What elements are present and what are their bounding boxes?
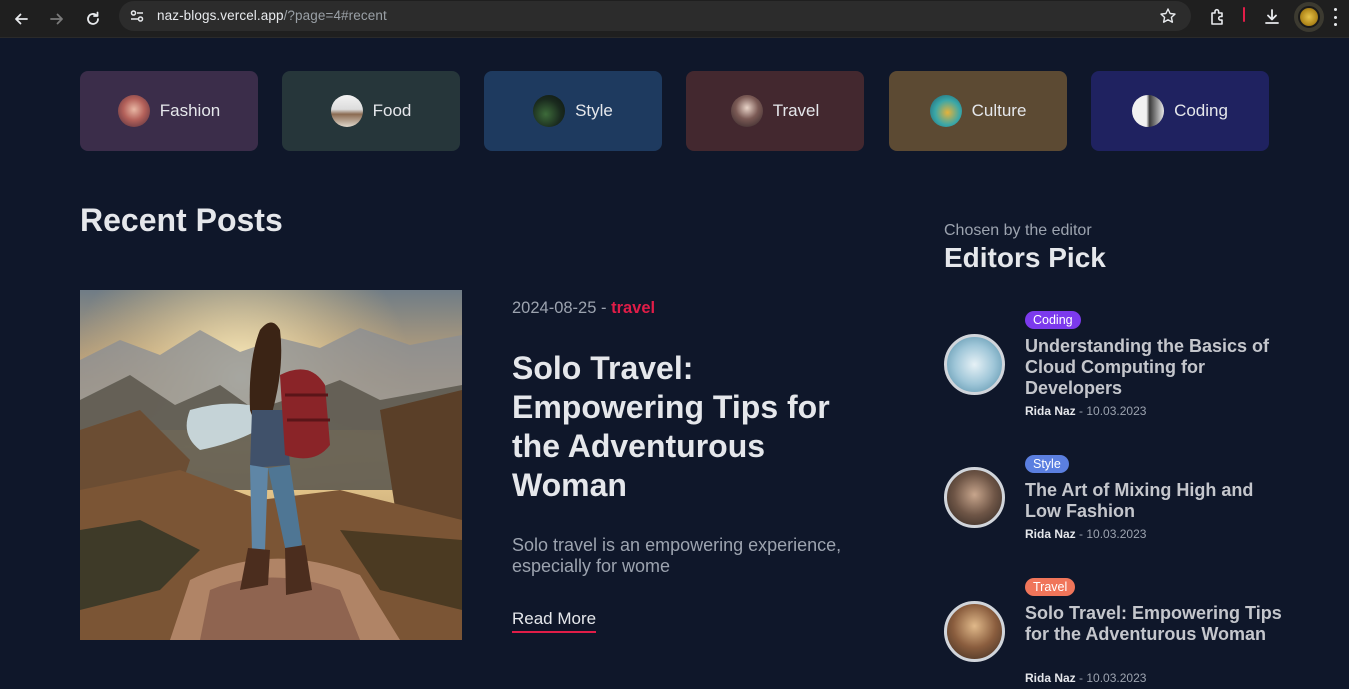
forward-button[interactable]	[42, 4, 72, 34]
pick-byline: Rida Naz - 10.03.2023	[1025, 404, 1146, 418]
food-thumbnail	[330, 95, 363, 127]
pick-byline: Rida Naz - 10.03.2023	[1025, 671, 1146, 685]
profile-avatar[interactable]	[1294, 2, 1324, 32]
pick-author: Rida Naz	[1025, 404, 1076, 418]
editors-pick-subtitle: Chosen by the editor	[944, 222, 1092, 239]
browser-menu-button[interactable]	[1334, 8, 1338, 26]
meta-separator: -	[596, 299, 612, 317]
pick-title[interactable]: The Art of Mixing High and Low Fashion	[1025, 480, 1285, 522]
extensions-button[interactable]	[1207, 6, 1229, 28]
post-date: 2024-08-25	[512, 299, 597, 317]
category-label: Travel	[772, 101, 820, 120]
site-settings-icon[interactable]	[129, 8, 145, 24]
travel-thumbnail	[730, 95, 763, 127]
pick-date: - 10.03.2023	[1075, 404, 1147, 418]
coding-thumbnail	[1132, 95, 1165, 127]
pick-author: Rida Naz	[1025, 671, 1076, 685]
culture-thumbnail	[929, 95, 962, 127]
category-food[interactable]: Food	[282, 71, 460, 151]
pick-byline: Rida Naz - 10.03.2023	[1025, 527, 1146, 541]
url-path: /?page=4#recent	[283, 8, 387, 23]
post-title[interactable]: Solo Travel: Empowering Tips for the Adv…	[512, 349, 872, 505]
post-image[interactable]	[80, 290, 462, 640]
reload-icon	[87, 11, 99, 25]
fashion-thumbnail	[117, 95, 150, 127]
recent-posts-heading: Recent Posts	[80, 202, 283, 238]
recording-indicator	[1243, 7, 1245, 22]
arrow-left-icon	[15, 13, 28, 25]
fashion-mixing-thumbnail	[944, 467, 1005, 528]
read-more-link[interactable]: Read More	[512, 609, 597, 633]
category-culture[interactable]: Culture	[889, 71, 1067, 151]
category-badge[interactable]: Travel	[1025, 578, 1076, 596]
category-fashion[interactable]: Fashion	[80, 71, 258, 151]
pick-date: - 10.03.2023	[1075, 671, 1147, 685]
pick-title[interactable]: Understanding the Basics of Cloud Comput…	[1025, 336, 1285, 399]
category-badge[interactable]: Coding	[1025, 311, 1081, 329]
url-text[interactable]: naz-blogs.vercel.app/?page=4#recent	[157, 8, 387, 23]
pick-title[interactable]: Solo Travel: Empowering Tips for the Adv…	[1025, 603, 1285, 645]
post-category-link[interactable]: travel	[611, 299, 655, 317]
category-label: Coding	[1174, 101, 1228, 120]
pick-author: Rida Naz	[1025, 527, 1076, 541]
category-badge[interactable]: Style	[1025, 455, 1069, 473]
post-description: Solo travel is an empowering experience,…	[512, 535, 842, 576]
category-label: Style	[575, 101, 613, 120]
category-label: Food	[372, 101, 412, 120]
profile-emblem-icon	[1298, 6, 1320, 28]
category-label: Fashion	[159, 101, 221, 120]
style-thumbnail	[533, 95, 566, 127]
post-meta: 2024-08-25 - travel	[512, 299, 655, 318]
category-label: Culture	[971, 101, 1027, 120]
download-icon	[1265, 9, 1279, 24]
arrow-right-icon	[50, 13, 63, 25]
bookmark-star-icon[interactable]	[1159, 7, 1177, 25]
solo-travel-thumbnail	[944, 601, 1005, 662]
pick-date: - 10.03.2023	[1075, 527, 1147, 541]
category-style[interactable]: Style	[484, 71, 662, 151]
downloads-button[interactable]	[1261, 6, 1283, 28]
url-host: naz-blogs.vercel.app	[157, 8, 284, 23]
back-button[interactable]	[6, 4, 36, 34]
reload-button[interactable]	[78, 4, 108, 34]
hiker-on-cliff-image	[80, 290, 462, 640]
category-coding[interactable]: Coding	[1091, 71, 1269, 151]
cloud-computing-thumbnail	[944, 334, 1005, 395]
address-bar[interactable]: naz-blogs.vercel.app/?page=4#recent	[119, 1, 1191, 31]
category-travel[interactable]: Travel	[686, 71, 864, 151]
editors-pick-title: Editors Pick	[944, 242, 1106, 273]
browser-toolbar: naz-blogs.vercel.app/?page=4#recent	[0, 0, 1349, 38]
puzzle-icon	[1211, 8, 1223, 25]
